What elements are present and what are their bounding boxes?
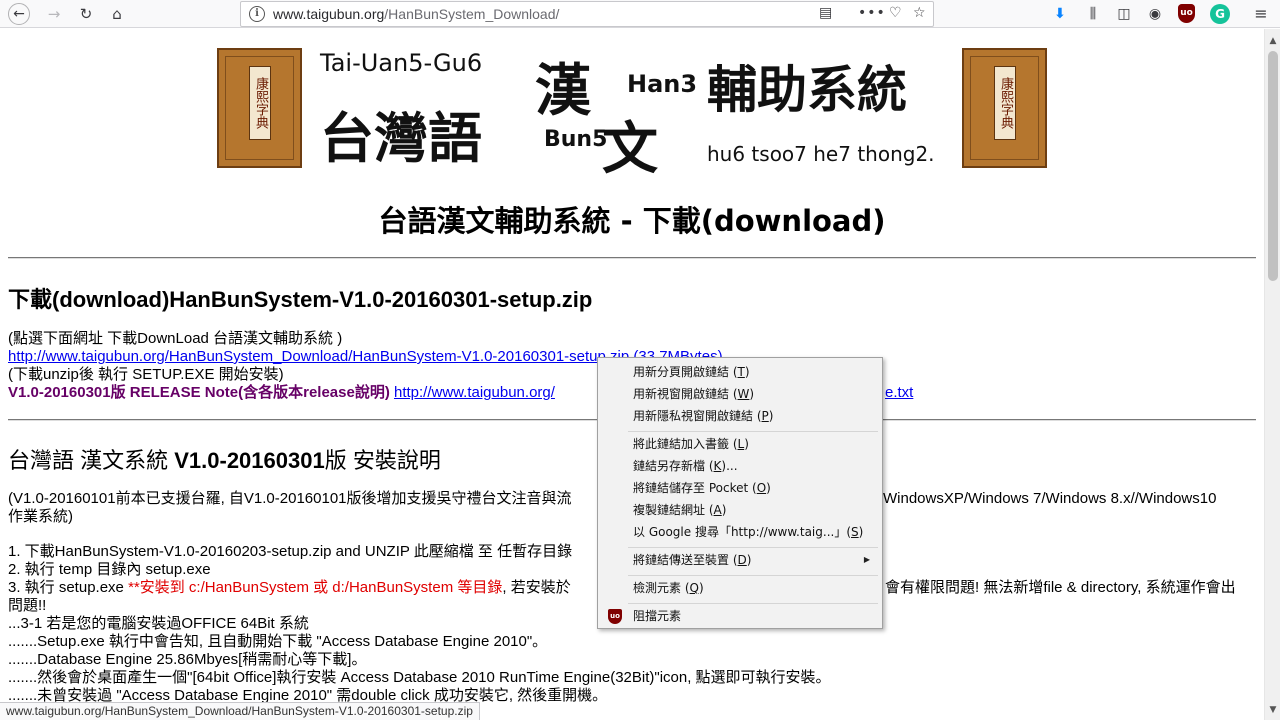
banner-han-roman: Han3 bbox=[627, 70, 698, 98]
step-3-1: ...3-1 若是您的電腦安裝過OFFICE 64Bit 系統 bbox=[8, 615, 309, 632]
menu-send-to-device[interactable]: 將鏈結傳送至裝置 (D) ▶ bbox=[600, 549, 880, 571]
intro-text-right: WindowsXP/Windows 7/Windows 8.x//Windows… bbox=[883, 490, 1217, 507]
step-1: 1. 下載HanBunSystem-V1.0-20160203-setup.zi… bbox=[8, 543, 573, 560]
site-banner: 康熙字典 Tai-Uan5-Gu6 台灣語 漢 Han3 Bun5 文 輔助系統… bbox=[217, 46, 1047, 182]
book-label: 康熙字典 bbox=[994, 66, 1016, 140]
ublock-icon: uo bbox=[608, 609, 622, 624]
menu-separator bbox=[628, 547, 878, 548]
release-note-link-end: e.txt bbox=[885, 384, 914, 401]
grammarly-icon[interactable]: G bbox=[1210, 4, 1230, 24]
intro-text-line2: 作業系統) bbox=[8, 508, 73, 525]
library-icon[interactable]: ⫼ bbox=[1083, 4, 1103, 24]
step-3-1-c: .......然後會於桌面產生一個"[64bit Office]執行安裝 Acc… bbox=[8, 669, 831, 686]
step-2: 2. 執行 temp 目錄內 setup.exe bbox=[8, 561, 211, 578]
menu-copy-link[interactable]: 複製鏈結網址 (A) bbox=[600, 499, 880, 521]
browser-toolbar: ← → ↻ ⌂ i www.taigubun.org/HanBunSystem_… bbox=[0, 0, 1280, 28]
menu-open-new-window[interactable]: 用新視窗開啟鏈結 (W) bbox=[600, 383, 880, 405]
step-3: 3. 執行 setup.exe **安裝到 c:/HanBunSystem 或 … bbox=[8, 579, 571, 596]
url-bar[interactable]: i www.taigubun.org/HanBunSystem_Download… bbox=[240, 1, 934, 27]
banner-bun-roman: Bun5 bbox=[544, 127, 608, 152]
home-icon[interactable]: ⌂ bbox=[105, 2, 129, 26]
intro-text: (V1.0-20160101前本已支援台羅, 自V1.0-20160101版後增… bbox=[8, 490, 572, 507]
dictionary-book-image: 康熙字典 bbox=[217, 48, 302, 168]
scroll-up-icon[interactable]: ▲ bbox=[1265, 33, 1280, 49]
install-heading: 台灣語 漢文系統 V1.0-20160301版 安裝說明 bbox=[8, 448, 441, 473]
page-actions-icon[interactable]: ••• bbox=[858, 5, 886, 21]
sidebar-icon[interactable]: ◫ bbox=[1114, 4, 1134, 24]
step-3-line2: 問題!! bbox=[8, 597, 47, 614]
click-hint: (點選下面網址 下載DownLoad 台語漢文輔助系統 ) bbox=[8, 330, 343, 347]
back-icon[interactable]: ← bbox=[8, 3, 30, 25]
menu-open-new-tab[interactable]: 用新分頁開啟鏈結 (T) bbox=[600, 361, 880, 383]
divider bbox=[8, 257, 1256, 259]
menu-inspect-element[interactable]: 檢測元素 (Q) bbox=[600, 577, 880, 599]
menu-block-element[interactable]: uo 阻擋元素 bbox=[600, 605, 880, 627]
release-note-row: V1.0-20160301版 RELEASE Note(含各版本release說… bbox=[8, 384, 555, 402]
status-bar: www.taigubun.org/HanBunSystem_Download/H… bbox=[0, 702, 480, 720]
reader-view-icon[interactable]: ▤ bbox=[819, 5, 832, 21]
menu-separator bbox=[628, 603, 878, 604]
step-3-1-b: .......Database Engine 25.86Mbyes[稍需耐心等下… bbox=[8, 651, 367, 668]
menu-bookmark-link[interactable]: 將此鏈結加入書籤 (L) bbox=[600, 433, 880, 455]
menu-separator bbox=[628, 431, 878, 432]
step-3-1-d: .......未曾安裝過 "Access Database Engine 201… bbox=[8, 687, 608, 702]
account-icon[interactable]: ◉ bbox=[1145, 4, 1165, 24]
forward-icon[interactable]: → bbox=[42, 2, 66, 26]
page-title: 台語漢文輔助系統 - 下載(download) bbox=[378, 204, 886, 238]
vertical-scrollbar[interactable]: ▲ ▼ bbox=[1264, 29, 1280, 720]
dictionary-book-image: 康熙字典 bbox=[962, 48, 1047, 168]
pocket-icon[interactable]: ♡ bbox=[889, 5, 902, 21]
submenu-arrow-icon: ▶ bbox=[863, 555, 870, 564]
bookmark-star-icon[interactable]: ☆ bbox=[913, 5, 926, 21]
menu-save-to-pocket[interactable]: 將鏈結儲存至 Pocket (O) bbox=[600, 477, 880, 499]
release-note-label: V1.0-20160301版 RELEASE Note(含各版本release說… bbox=[8, 384, 390, 401]
scroll-down-icon[interactable]: ▼ bbox=[1265, 702, 1280, 718]
menu-open-private-window[interactable]: 用新隱私視窗開啟鏈結 (P) bbox=[600, 405, 880, 427]
after-unzip: (下載unzip後 執行 SETUP.EXE 開始安裝) bbox=[8, 366, 284, 383]
release-note-link[interactable]: http://www.taigubun.org/ bbox=[394, 384, 555, 401]
reload-icon[interactable]: ↻ bbox=[74, 2, 98, 26]
banner-tai: 台灣語 bbox=[320, 107, 482, 170]
banner-romanization-bottom: hu6 tsoo7 he7 thong2. bbox=[707, 142, 935, 166]
menu-search-google[interactable]: 以 Google 搜尋「http://www.taig...」(S) bbox=[600, 521, 880, 543]
step-3-right: 會有權限問題! 無法新增file & directory, 系統運作會出 bbox=[885, 579, 1236, 596]
banner-system: 輔助系統 bbox=[707, 61, 907, 119]
download-heading: 下載(download)HanBunSystem-V1.0-20160301-s… bbox=[8, 287, 593, 312]
scrollbar-thumb[interactable] bbox=[1268, 51, 1278, 281]
info-icon[interactable]: i bbox=[249, 6, 265, 22]
book-label: 康熙字典 bbox=[249, 66, 271, 140]
url-text[interactable]: www.taigubun.org/HanBunSystem_Download/ bbox=[273, 6, 559, 22]
banner-romanization-top: Tai-Uan5-Gu6 bbox=[320, 49, 483, 77]
step-3-1-a: .......Setup.exe 執行中會告知, 且自動開始下載 "Access… bbox=[8, 633, 548, 650]
menu-separator bbox=[628, 575, 878, 576]
menu-icon[interactable]: ≡ bbox=[1251, 4, 1271, 24]
ublock-icon[interactable]: uo bbox=[1178, 4, 1195, 23]
download-icon[interactable]: ⬇ bbox=[1050, 4, 1070, 24]
context-menu: 用新分頁開啟鏈結 (T) 用新視窗開啟鏈結 (W) 用新隱私視窗開啟鏈結 (P)… bbox=[597, 357, 883, 629]
banner-bun: 文 bbox=[602, 117, 658, 182]
banner-han: 漢 bbox=[535, 59, 591, 124]
menu-save-link-as[interactable]: 鏈結另存新檔 (K)... bbox=[600, 455, 880, 477]
